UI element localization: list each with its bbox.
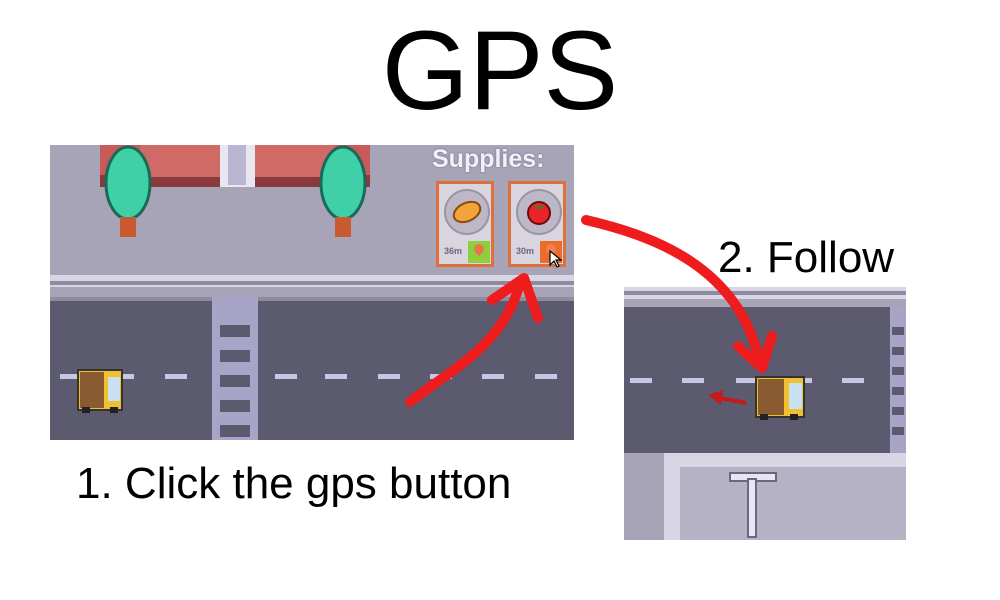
tree-left [104,145,152,237]
page-title: GPS [381,8,619,133]
tree-right [319,145,367,237]
street-view-follow [624,287,906,540]
plate [516,189,562,235]
step-2-caption: 2. Follow [718,233,895,282]
supplies-label: Supplies: [432,145,545,173]
game-scene-screenshot: Supplies: 36m 30m [50,145,574,440]
delivery-truck-icon [755,376,805,420]
tomato-icon [527,201,551,225]
step-1-caption: 1. Click the gps button [76,459,512,508]
supply-card-sweet-potato[interactable]: 36m [436,181,494,267]
road [50,297,574,440]
game-scene-follow [624,287,906,540]
mouse-cursor-icon [549,250,563,268]
plate [444,189,490,235]
sweet-potato-icon [452,200,482,224]
delivery-truck-icon [77,369,123,413]
gps-button[interactable] [468,241,490,263]
map-pin-icon [471,241,487,257]
distance-label: 36m [444,246,463,256]
crosswalk [212,297,258,440]
supply-card-tomato[interactable]: 30m [508,181,566,268]
street-view [50,145,574,440]
distance-label: 30m [516,246,535,256]
